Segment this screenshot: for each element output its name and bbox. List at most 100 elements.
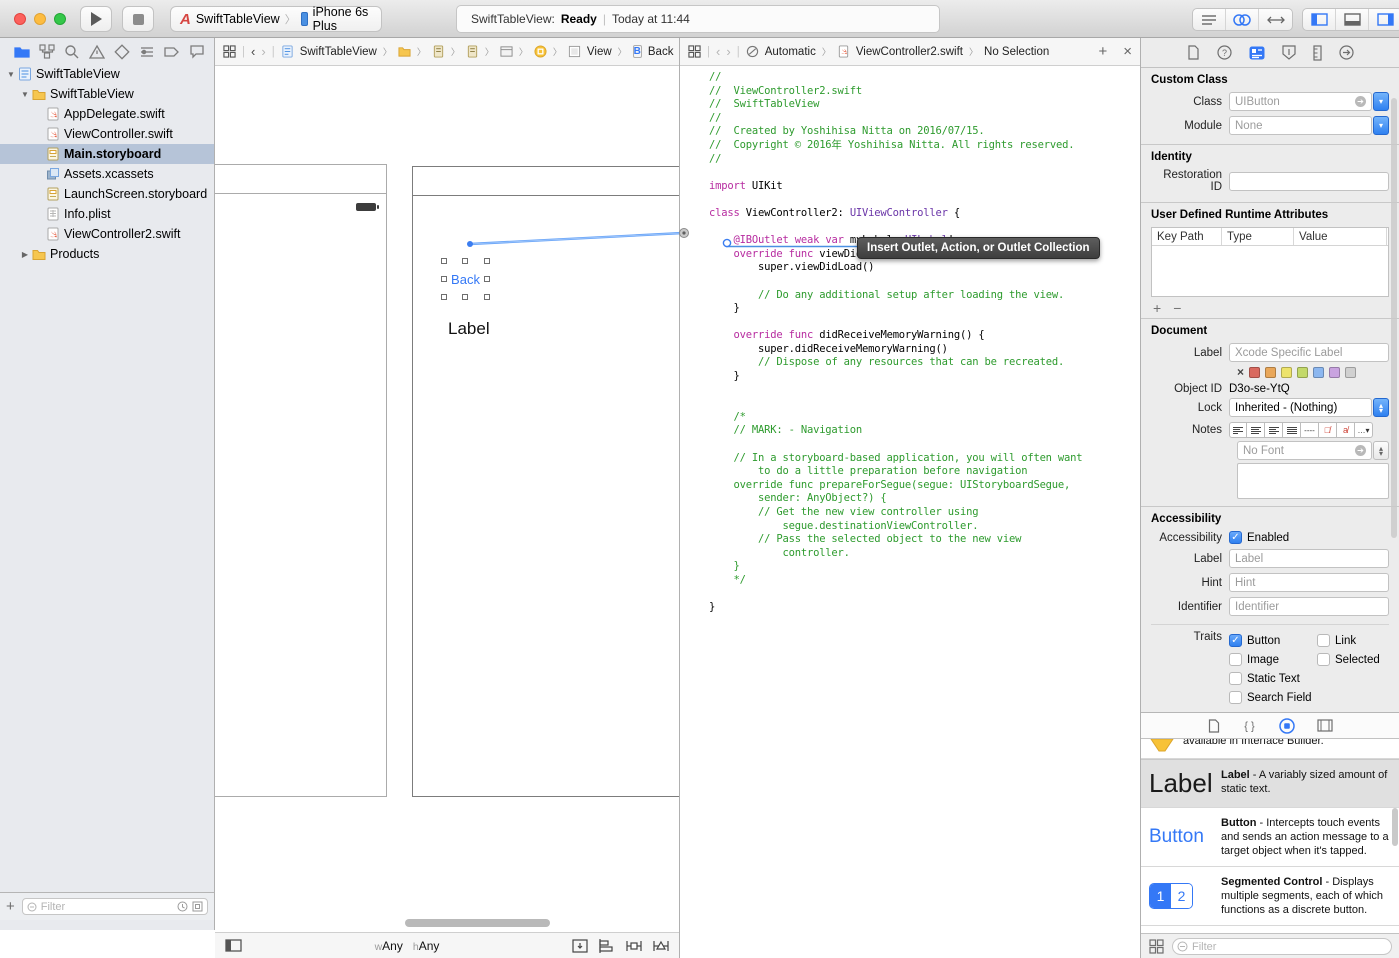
back-history-button[interactable]: ‹ <box>251 44 255 59</box>
library-filter-input[interactable]: Filter <box>1172 938 1392 955</box>
align-icon[interactable] <box>599 939 615 953</box>
notes-align-right-button[interactable] <box>1265 422 1283 438</box>
version-editor-button[interactable] <box>1259 9 1292 30</box>
add-file-button[interactable]: + <box>6 898 15 915</box>
storyboard-file-icon[interactable] <box>432 45 445 58</box>
zoom-window-button[interactable] <box>54 13 66 25</box>
toggle-document-outline-icon[interactable] <box>225 939 242 952</box>
add-assistant-editor-button[interactable]: + <box>1098 43 1107 60</box>
stop-button[interactable] <box>122 6 154 32</box>
navigator-tab-project-active[interactable] <box>14 44 30 60</box>
nav-item-products[interactable]: ▶Products <box>0 244 214 264</box>
notes-font-field[interactable]: No Font➔ <box>1237 441 1372 460</box>
notes-align-left-button[interactable] <box>1229 422 1247 438</box>
notes-no-style-button[interactable]: □̸ <box>1319 422 1337 438</box>
file-template-library-tab[interactable] <box>1208 719 1220 733</box>
disclosure-triangle[interactable]: ▼ <box>6 70 16 79</box>
nav-item-viewcontroller2-swift[interactable]: ViewController2.swift <box>0 224 214 244</box>
library-item-segmented-control[interactable]: 12 Segmented Control - Displays multiple… <box>1141 867 1399 926</box>
accessibility-enabled-checkbox[interactable]: ✓ <box>1229 531 1242 544</box>
trait-button[interactable]: ✓Button <box>1229 631 1317 650</box>
class-dropdown-button[interactable]: ▾ <box>1373 92 1389 111</box>
scene-label-text[interactable]: Label <box>448 319 490 339</box>
standard-editor-button[interactable] <box>1193 9 1226 30</box>
color-swatch-1[interactable] <box>1265 367 1276 378</box>
scene-icon[interactable] <box>500 45 513 58</box>
navigator-filter-input[interactable]: Filter <box>22 898 208 915</box>
run-button[interactable] <box>80 6 112 32</box>
source-code-editor[interactable]: //// ViewController2.swift// SwiftTableV… <box>680 66 1140 958</box>
library-item-button[interactable]: Button Button - Intercepts touch events … <box>1141 808 1399 867</box>
notes-dashes-button[interactable]: ---- <box>1301 422 1319 438</box>
notes-no-style-a-button[interactable]: a̸ <box>1337 422 1355 438</box>
notes-more-button[interactable]: …▾ <box>1355 422 1373 438</box>
navigator-tab-symbols[interactable] <box>39 44 55 60</box>
library-item-partial[interactable]: available in Interface Builder. <box>1141 739 1399 759</box>
navigator-tab-tests[interactable] <box>114 44 130 60</box>
trait-image[interactable]: Image <box>1229 650 1317 669</box>
navigator-tab-reports[interactable] <box>189 44 205 60</box>
storyboard-file-icon[interactable] <box>466 45 479 58</box>
runtime-attributes-table[interactable]: Key PathTypeValue <box>1151 227 1389 297</box>
quick-help-tab[interactable]: ? <box>1217 45 1232 60</box>
close-window-button[interactable] <box>14 13 26 25</box>
toggle-debug-area-button[interactable] <box>1336 9 1369 30</box>
module-dropdown-button[interactable]: ▾ <box>1373 116 1389 135</box>
nav-item-assets-xcassets[interactable]: Assets.xcassets <box>0 164 214 184</box>
related-items-icon[interactable] <box>688 45 701 58</box>
attributes-inspector-tab[interactable] <box>1282 45 1296 60</box>
nav-item-viewcontroller-swift[interactable]: ViewController.swift <box>0 124 214 144</box>
remove-attribute-button[interactable]: − <box>1173 300 1181 316</box>
library-scrollbar[interactable] <box>1392 808 1398 846</box>
folder-icon[interactable] <box>398 45 411 58</box>
view-controller-scene-left[interactable] <box>215 164 387 797</box>
restoration-id-field[interactable] <box>1229 172 1389 191</box>
document-label-field[interactable]: Xcode Specific Label <box>1229 343 1389 362</box>
code-snippet-library-tab[interactable]: { } <box>1242 719 1257 732</box>
nav-item-appdelegate-swift[interactable]: AppDelegate.swift <box>0 104 214 124</box>
no-color-swatch[interactable]: × <box>1237 365 1244 379</box>
color-swatch-6[interactable] <box>1345 367 1356 378</box>
font-size-stepper[interactable]: ▴▾ <box>1373 441 1389 460</box>
jump-project[interactable]: SwiftTableView <box>300 46 377 58</box>
embed-in-stack-icon[interactable] <box>572 939 588 953</box>
nav-item-main-storyboard[interactable]: Main.storyboard <box>0 144 214 164</box>
grid-view-toggle-icon[interactable] <box>1149 939 1164 954</box>
navigator-tab-issues[interactable] <box>89 44 105 60</box>
notes-text-area[interactable] <box>1237 463 1389 499</box>
notes-align-center-button[interactable] <box>1247 422 1265 438</box>
accessibility-hint-field[interactable]: Hint <box>1229 573 1389 592</box>
file-inspector-tab[interactable] <box>1187 45 1200 60</box>
assistant-mode[interactable]: Automatic <box>765 46 816 58</box>
trait-link[interactable]: Link <box>1317 631 1399 650</box>
related-items-icon[interactable] <box>223 45 236 58</box>
view-controller2-scene[interactable]: Back Label <box>412 166 679 797</box>
assistant-selection[interactable]: No Selection <box>984 46 1049 58</box>
disclosure-triangle[interactable]: ▼ <box>20 90 30 99</box>
identity-inspector-tab-active[interactable] <box>1249 46 1265 60</box>
size-class-control[interactable]: wAny hAny <box>375 939 440 953</box>
color-swatch-5[interactable] <box>1329 367 1340 378</box>
back-button-selected[interactable]: Back <box>444 261 487 297</box>
scheme-selector[interactable]: A SwiftTableView 〉 iPhone 6s Plus <box>170 6 382 32</box>
module-field[interactable]: None <box>1229 116 1372 135</box>
accessibility-identifier-field[interactable]: Identifier <box>1229 597 1389 616</box>
recent-files-icon[interactable] <box>177 901 188 912</box>
nav-item-swifttableview[interactable]: ▼SwiftTableView <box>0 64 214 84</box>
add-attribute-button[interactable]: + <box>1153 300 1161 316</box>
trait-selected[interactable]: Selected <box>1317 650 1399 669</box>
nav-item-info-plist[interactable]: Info.plist <box>0 204 214 224</box>
unsaved-files-icon[interactable] <box>192 901 203 912</box>
navigator-tab-debug[interactable] <box>139 44 155 60</box>
color-swatch-0[interactable] <box>1249 367 1260 378</box>
inspector-scrollbar[interactable] <box>1391 98 1397 538</box>
view-icon[interactable] <box>568 45 581 58</box>
object-library-tab-active[interactable] <box>1279 718 1295 734</box>
jump-view[interactable]: View <box>587 46 612 58</box>
navigator-tab-search[interactable] <box>64 44 80 60</box>
resolve-autolayout-icon[interactable] <box>653 939 669 953</box>
canvas-horizontal-scrollbar[interactable] <box>405 919 550 927</box>
color-swatch-4[interactable] <box>1313 367 1324 378</box>
assistant-file[interactable]: ViewController2.swift <box>856 46 963 58</box>
minimize-window-button[interactable] <box>34 13 46 25</box>
